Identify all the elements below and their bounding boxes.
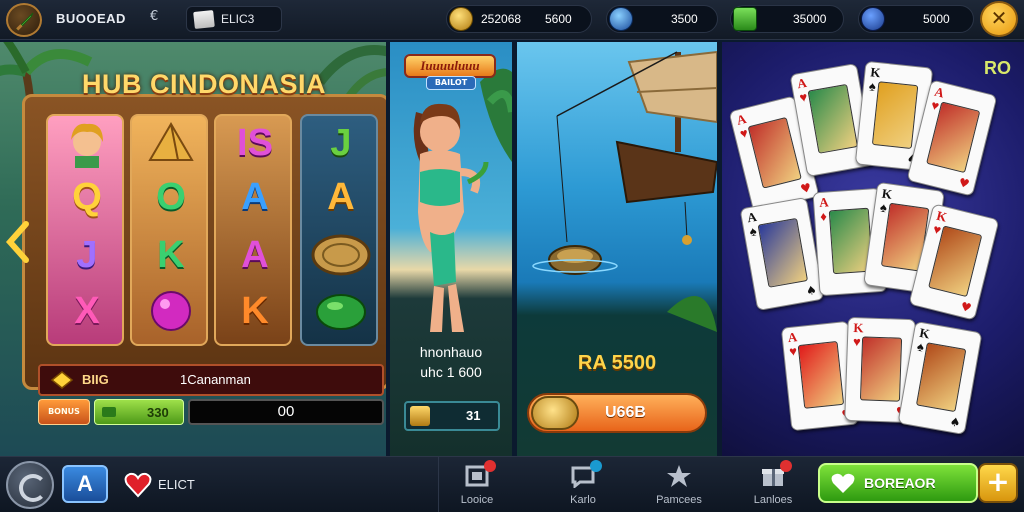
card-face-art: [797, 340, 845, 409]
slot-symbol: A: [241, 234, 269, 276]
reel-4: J A: [300, 114, 378, 346]
search-box[interactable]: ELIC3: [186, 6, 282, 32]
green-balance-button[interactable]: 330: [94, 399, 184, 425]
info-text: 1Cananman: [180, 372, 251, 387]
card-suit: ♥: [957, 175, 971, 192]
blue-gem-icon: [609, 7, 633, 31]
top-bar: BUOOEAD € ELIC3 252068 5600 3500 35000 5…: [0, 0, 1024, 40]
gold-balance[interactable]: 252068 5600: [446, 5, 592, 33]
corner-label: RO: [984, 58, 1011, 78]
card-game-panel[interactable]: RO A♥♥A♥♥K♠♠A♥♥A♠♠A♦♦K♠♠K♥♥A♥♥K♥♥K♠♠: [722, 42, 1024, 456]
playing-card[interactable]: A ♠ ♠: [739, 196, 825, 312]
favorites-label[interactable]: ELICT: [158, 477, 195, 492]
slot-title: HUB CINDONASIA: [82, 69, 327, 99]
slot-symbol: J: [330, 122, 352, 164]
book-icon: [193, 10, 215, 29]
cash-balance[interactable]: 35000: [730, 5, 844, 33]
emerald-symbol: [302, 288, 380, 334]
card-suit: ♥: [959, 299, 973, 316]
prize-amount: RA 5500: [577, 352, 657, 374]
info-bar: BIIG 1Cananman: [38, 364, 384, 396]
fishing-play-button[interactable]: U66B: [527, 393, 707, 433]
nav-gifts[interactable]: Lanloes: [738, 460, 808, 511]
play-now-button[interactable]: BOREAOR: [818, 463, 978, 503]
bonus-icon: [50, 371, 74, 389]
token-balance[interactable]: 5000: [858, 5, 974, 33]
nav-chat[interactable]: Karlo: [548, 460, 618, 511]
card-rank: A ♦: [818, 194, 830, 225]
info-label: BIIG: [82, 372, 109, 387]
boat-scene-art: [532, 50, 717, 332]
card-face-art: [757, 217, 809, 288]
coin-icon: [410, 406, 430, 426]
slot-symbol: K: [157, 234, 185, 276]
notification-badge: [590, 460, 602, 472]
beach-promo-panel[interactable]: Iuuuuluuu BAILOT hnonhauo uhc 1 600 31: [390, 42, 512, 456]
slot-symbol: K: [241, 290, 269, 332]
gem-balance[interactable]: 3500: [606, 5, 718, 33]
profile-avatar[interactable]: [6, 3, 42, 37]
bet-value-display: 00: [188, 399, 384, 425]
bottom-bar: A ELICT Looice Karlo Pamcees Lanloes BOR…: [0, 456, 1024, 512]
app-name: BUOOEAD: [56, 11, 126, 26]
promo-line-1: hnonhauo: [419, 344, 483, 360]
nav-promotions[interactable]: Pamcees: [644, 461, 714, 511]
settings-wheel-button[interactable]: [6, 461, 54, 509]
card-face-art: [859, 336, 903, 402]
chevron-left-icon[interactable]: [4, 220, 34, 264]
pyramid-symbol: [132, 120, 210, 166]
gold-coin-icon: [531, 396, 579, 430]
gem-symbol: [132, 288, 210, 334]
search-label: ELIC3: [221, 12, 255, 26]
slot-symbol: IS: [237, 122, 273, 164]
fishing-promo-panel[interactable]: RA 5500 U66B: [517, 42, 717, 456]
a-button[interactable]: A: [62, 465, 108, 503]
reel-3: IS A A K: [214, 114, 292, 346]
slot-symbol: Q: [72, 176, 102, 218]
heart-icon[interactable]: [124, 471, 152, 499]
gold-coin-icon: [449, 7, 473, 31]
slot-symbol: X: [74, 290, 100, 332]
slot-symbol: O: [156, 176, 186, 218]
card-suit: ♥: [798, 180, 813, 197]
close-button[interactable]: ✕: [980, 1, 1018, 37]
divider: [438, 457, 439, 512]
slot-symbol: J: [76, 234, 98, 276]
gift-icon: [760, 460, 792, 488]
lobby-icon: [464, 460, 496, 488]
slot-symbol: A: [327, 176, 355, 218]
blue-token-icon: [861, 7, 885, 31]
notification-badge: [780, 460, 792, 472]
slot-controls: BONUS 330 00: [38, 399, 384, 427]
heart-icon: [831, 473, 855, 493]
card-suit: ♠: [948, 414, 962, 431]
reel-2: O K: [130, 114, 208, 346]
slot-machine-panel[interactable]: HUB CINDONASIA Q J X O K IS A A K J A BI…: [0, 42, 386, 456]
card-face-art: [807, 83, 859, 154]
cash-icon: [102, 407, 116, 417]
card-face-art: [747, 116, 802, 189]
card-suit: ♠: [804, 282, 818, 299]
bonus-button[interactable]: BONUS: [38, 399, 90, 425]
game-logo: Iuuuuluuu BAILOT: [404, 54, 496, 94]
sword-icon: [15, 12, 34, 31]
card-face-art: [871, 81, 919, 150]
beach-play-button[interactable]: 31: [404, 401, 500, 431]
currency-dropdown[interactable]: €: [150, 9, 158, 24]
slot-symbol: A: [241, 176, 269, 218]
promo-line-2: uhc 1 600: [420, 364, 482, 380]
notification-badge: [484, 460, 496, 472]
green-cash-icon: [733, 7, 757, 31]
card-rank: A ♥: [787, 329, 798, 360]
nav-lobby[interactable]: Looice: [442, 460, 512, 511]
add-button[interactable]: +: [978, 463, 1018, 503]
coin-symbol: [302, 232, 380, 278]
portrait-symbol: [48, 120, 126, 168]
chat-icon: [570, 460, 602, 490]
reel-1: Q J X: [46, 114, 124, 346]
star-icon: [666, 464, 692, 488]
